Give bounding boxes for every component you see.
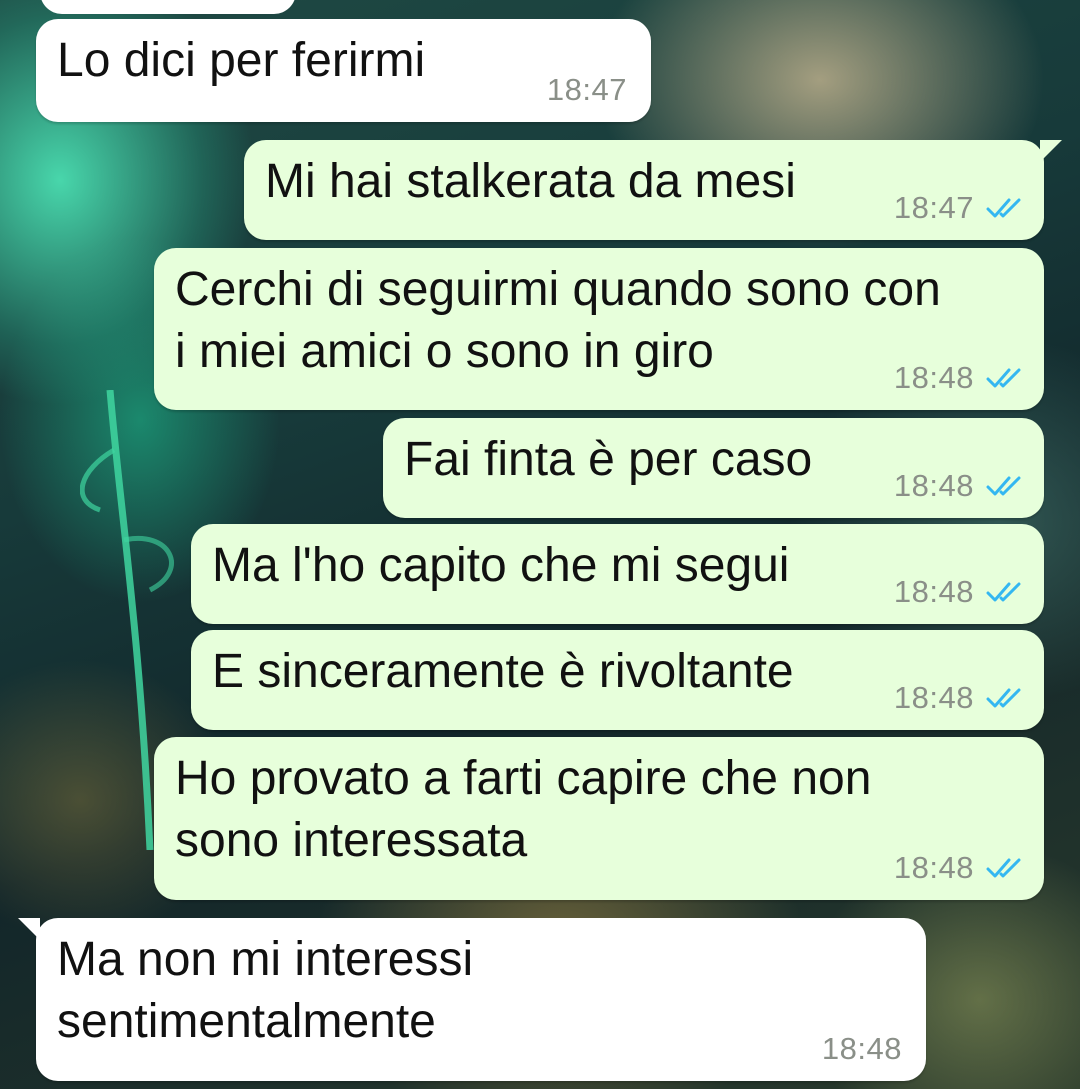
- double-check-icon: [986, 582, 1021, 602]
- message-timestamp: 18:48: [893, 468, 974, 503]
- message-bubble-outgoing[interactable]: Ma l'ho capito che mi segui 18:48: [191, 524, 1044, 624]
- message-timestamp: 18:48: [821, 1031, 902, 1066]
- message-text: Fai finta è per caso: [404, 433, 813, 486]
- message-timestamp: 18:47: [893, 190, 974, 225]
- message-text: Ma non mi interessi sentimentalmente: [57, 933, 474, 1048]
- double-check-icon: [986, 858, 1021, 878]
- double-check-icon: [986, 198, 1021, 218]
- message-bubble-outgoing[interactable]: Cerchi di seguirmi quando sono con i mie…: [154, 248, 1044, 410]
- message-timestamp: 18:48: [893, 574, 974, 609]
- message-bubble-outgoing[interactable]: Fai finta è per caso 18:48: [383, 418, 1044, 518]
- message-timestamp: 18:48: [893, 680, 974, 715]
- previous-message-bubble-partial[interactable]: [40, 0, 296, 14]
- message-text: E sinceramente è rivoltante: [212, 645, 794, 698]
- double-check-icon: [986, 688, 1021, 708]
- message-bubble-incoming[interactable]: Ma non mi interessi sentimentalmente 18:…: [18, 918, 926, 1081]
- message-bubble-outgoing[interactable]: Ho provato a farti capire che non sono i…: [154, 737, 1044, 900]
- message-text: Lo dici per ferirmi: [57, 34, 426, 87]
- message-text: Cerchi di seguirmi quando sono con i mie…: [175, 263, 941, 378]
- message-timestamp: 18:48: [893, 360, 974, 395]
- message-bubble-outgoing[interactable]: Mi hai stalkerata da mesi 18:47: [244, 140, 1062, 240]
- message-bubble-outgoing[interactable]: E sinceramente è rivoltante 18:48: [191, 630, 1044, 730]
- message-text: Ho provato a farti capire che non sono i…: [175, 752, 872, 867]
- message-bubble-incoming[interactable]: Lo dici per ferirmi 18:47: [36, 19, 651, 122]
- message-timestamp: 18:48: [893, 850, 974, 885]
- message-text: Ma l'ho capito che mi segui: [212, 539, 790, 592]
- message-text: Mi hai stalkerata da mesi: [265, 155, 796, 208]
- double-check-icon: [986, 476, 1021, 496]
- message-timestamp: 18:47: [546, 72, 627, 107]
- double-check-icon: [986, 368, 1021, 388]
